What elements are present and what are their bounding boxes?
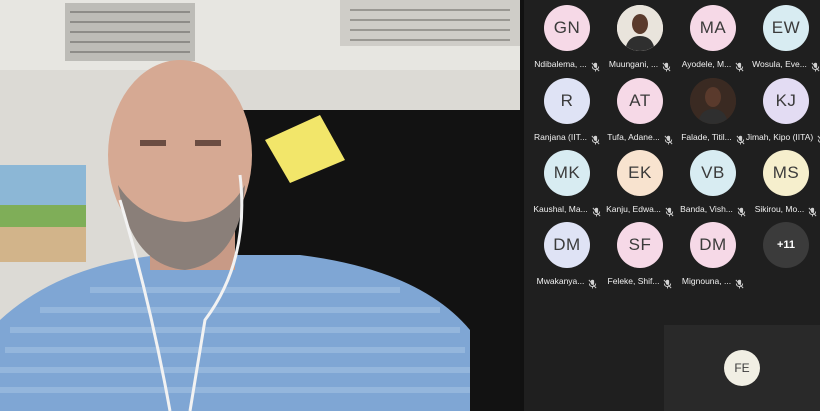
mic-off-icon <box>588 276 597 289</box>
participant-name: Banda, Vish... <box>680 204 733 214</box>
participant-avatar: MK <box>544 150 590 196</box>
self-avatar: FE <box>724 350 760 386</box>
participant-tile[interactable]: EK Kanju, Edwa... <box>604 150 676 222</box>
participant-name: Muungani, ... <box>608 59 659 69</box>
participant-name: Ayodele, M... <box>681 59 732 69</box>
participant-tile[interactable]: Muungani, ... <box>604 5 676 77</box>
participant-name: Ranjana (IIT... <box>534 132 587 142</box>
participant-tile[interactable]: AT Tufa, Adane... <box>604 78 676 150</box>
participant-tile[interactable]: Falade, Titil... <box>677 78 749 150</box>
participant-tile[interactable]: MS Sikirou, Mo... <box>750 150 820 222</box>
mic-off-icon <box>808 204 817 217</box>
participant-avatar <box>617 5 663 51</box>
mic-off-icon <box>735 59 744 72</box>
participant-name: Kanju, Edwa... <box>606 204 661 214</box>
participant-tile[interactable]: MK Kaushal, Ma... <box>531 150 603 222</box>
profile-photo <box>617 5 663 51</box>
participant-avatar: MS <box>763 150 809 196</box>
participant-name: Mignouna, ... <box>681 276 732 286</box>
mic-off-icon <box>736 132 745 145</box>
participant-name: Ndibalema, ... <box>534 59 587 69</box>
participant-name: Falade, Titil... <box>681 132 732 142</box>
participant-tile[interactable]: EW Wosula, Eve... <box>750 5 820 77</box>
mic-off-icon <box>665 204 674 217</box>
participant-avatar: R <box>544 78 590 124</box>
participant-avatar: DM <box>690 222 736 268</box>
participant-name: Wosula, Eve... <box>752 59 807 69</box>
participant-avatar: KJ <box>763 78 809 124</box>
participant-tile[interactable]: SF Feleke, Shif... <box>604 222 676 294</box>
participant-tile[interactable]: R Ranjana (IIT... <box>531 78 603 150</box>
participant-tile[interactable]: DM Mwakanya... <box>531 222 603 294</box>
mic-off-icon <box>591 59 600 72</box>
mic-off-icon <box>662 59 671 72</box>
participant-avatar: AT <box>617 78 663 124</box>
mic-off-icon <box>737 204 746 217</box>
mic-off-icon <box>592 204 601 217</box>
mic-off-icon <box>664 132 673 145</box>
more-participants-count: +11 <box>763 222 809 268</box>
participant-name: Kaushal, Ma... <box>533 204 588 214</box>
mic-off-icon <box>811 59 820 72</box>
participant-tile[interactable]: VB Banda, Vish... <box>677 150 749 222</box>
participant-tile[interactable]: MA Ayodele, M... <box>677 5 749 77</box>
participant-avatar: DM <box>544 222 590 268</box>
participant-avatar: SF <box>617 222 663 268</box>
more-participants-tile[interactable]: +11 <box>750 222 820 294</box>
participant-name: Jimah, Kipo (IITA) <box>745 132 814 142</box>
mic-off-icon <box>735 276 744 289</box>
mic-off-icon <box>663 276 672 289</box>
participant-tile[interactable]: GN Ndibalema, ... <box>531 5 603 77</box>
participant-avatar: GN <box>544 5 590 51</box>
participant-name: Feleke, Shif... <box>607 276 660 286</box>
participant-name: Tufa, Adane... <box>607 132 660 142</box>
participant-tile[interactable]: KJ Jimah, Kipo (IITA) <box>746 78 820 150</box>
participant-name: Mwakanya... <box>536 276 585 286</box>
participant-avatar: EK <box>617 150 663 196</box>
speaker-video-feed[interactable] <box>0 0 520 411</box>
participant-tile[interactable]: DM Mignouna, ... <box>677 222 749 294</box>
profile-photo <box>690 78 736 124</box>
participant-avatar: VB <box>690 150 736 196</box>
speaker-video-image <box>0 0 520 411</box>
self-view[interactable]: FE <box>664 325 820 411</box>
mic-off-icon <box>591 132 600 145</box>
participant-avatar <box>690 78 736 124</box>
participant-grid: GN Ndibalema, ... Muungani, ... MA Ayodele, … <box>524 0 820 300</box>
participant-avatar: EW <box>763 5 809 51</box>
participant-name: Sikirou, Mo... <box>754 204 805 214</box>
participant-avatar: MA <box>690 5 736 51</box>
